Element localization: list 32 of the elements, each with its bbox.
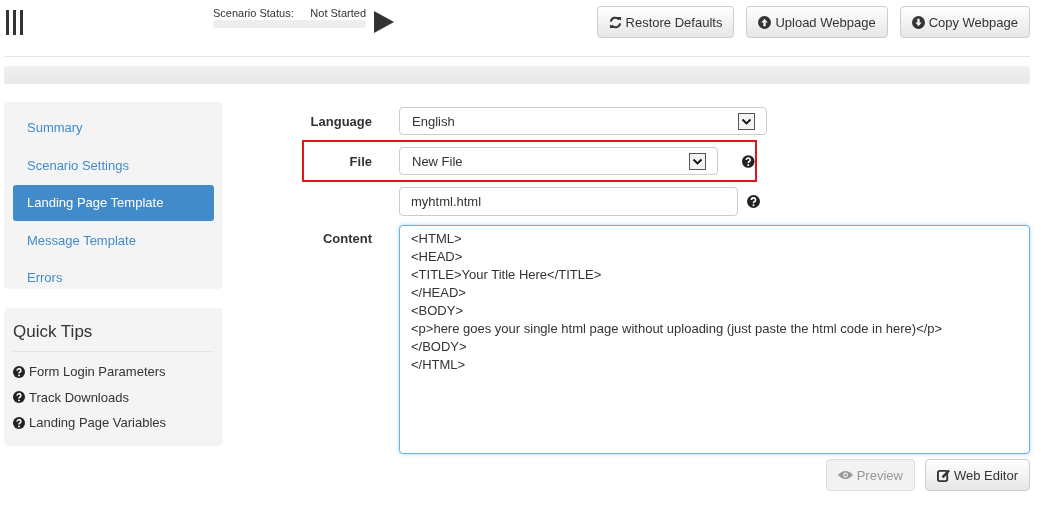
upload-icon	[758, 15, 772, 29]
help-icon	[13, 416, 25, 429]
filename-field[interactable]: myhtml.html	[399, 186, 738, 216]
tip-link[interactable]: Form Login Parameters	[29, 364, 166, 380]
help-icon	[13, 365, 25, 378]
status-value: Not Started	[310, 7, 366, 19]
bars-logo-icon	[5, 10, 25, 35]
edit-icon	[936, 468, 950, 482]
web-editor-button[interactable]: Web Editor	[924, 459, 1030, 491]
tip-link[interactable]: Track Downloads	[29, 389, 129, 405]
language-select[interactable]: English	[399, 107, 767, 135]
download-icon	[911, 15, 925, 29]
restore-defaults-button[interactable]: Restore Defaults	[596, 6, 735, 38]
play-icon[interactable]	[374, 11, 394, 33]
quick-tips-title: Quick Tips	[13, 322, 94, 342]
status-label: Scenario Status:	[213, 7, 294, 19]
copy-button[interactable]: Copy Webpage	[899, 6, 1030, 38]
dropdown-icon	[689, 152, 707, 170]
content-field[interactable]: <HTML> <HEAD> <TITLE>Your Title Here</TITLE> </HEAD> <BODY> <p>here goes your single html page without uploading (just paste the html code in here)</p> </BODY> </HTML>	[399, 225, 1030, 454]
eye-icon	[837, 470, 853, 480]
dropdown-icon	[738, 112, 755, 130]
file-select[interactable]: New File	[399, 147, 719, 175]
upload-button[interactable]: Upload Webpage	[746, 6, 888, 38]
help-icon	[13, 391, 25, 404]
content-label: Content	[321, 231, 372, 246]
file-label: File	[348, 153, 372, 169]
help-icon[interactable]	[742, 154, 755, 168]
language-label: Language	[309, 113, 372, 129]
refresh-icon	[608, 15, 622, 29]
help-icon[interactable]	[747, 194, 760, 208]
tip-link[interactable]: Landing Page Variables	[29, 415, 167, 431]
sidebar-item[interactable]: Landing Page Template	[13, 185, 214, 221]
